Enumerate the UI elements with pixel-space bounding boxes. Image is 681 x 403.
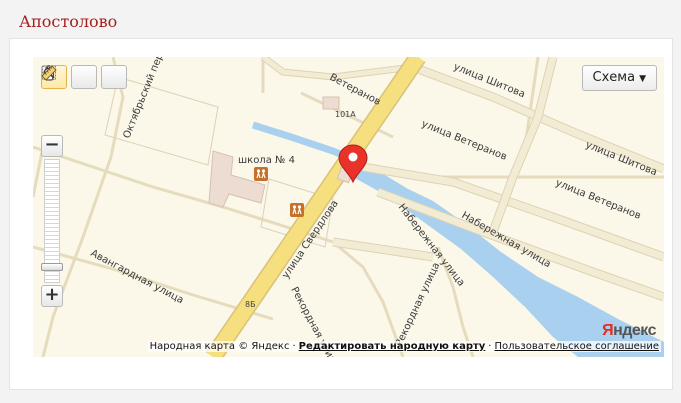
zoom-slider-thumb[interactable] bbox=[41, 263, 63, 271]
page-title: Апостолово bbox=[19, 12, 118, 31]
dropdown-arrow-icon: ▼ bbox=[639, 74, 646, 84]
kindergarten-icon[interactable] bbox=[290, 203, 304, 217]
building-101a bbox=[322, 96, 340, 110]
house-number-101a: 101А bbox=[335, 110, 356, 119]
yandex-logo-rest: ндекс bbox=[613, 322, 656, 339]
school-icon[interactable] bbox=[254, 167, 268, 181]
magnifier-tool-button[interactable] bbox=[42, 65, 97, 89]
edit-map-link[interactable]: Редактировать народную карту bbox=[299, 341, 486, 352]
poi-school-label: школа № 4 bbox=[238, 155, 295, 166]
terms-link[interactable]: Пользовательское соглашение bbox=[494, 341, 659, 352]
zoom-control: − + bbox=[41, 135, 63, 307]
copyright-text: Народная карта © Яндекс bbox=[149, 341, 290, 352]
map-toolbar bbox=[41, 65, 127, 89]
zoom-out-button[interactable]: − bbox=[41, 135, 63, 157]
zoom-in-button[interactable]: + bbox=[41, 285, 63, 307]
ruler-tool-button[interactable] bbox=[41, 65, 127, 89]
map-type-label: Схема bbox=[592, 70, 636, 85]
house-number-8b: 8Б bbox=[245, 300, 256, 309]
map-type-button[interactable]: Схема ▼ bbox=[581, 65, 657, 91]
map-copyright: Народная карта © Яндекс · Редактировать на… bbox=[147, 341, 661, 352]
yandex-logo-ya: Я bbox=[602, 322, 614, 339]
map-canvas[interactable]: Октябрьский пер. Ветеранов улица Шитова … bbox=[33, 57, 664, 357]
copyright-separator-2: · bbox=[488, 341, 492, 352]
yandex-logo[interactable]: Яндекс bbox=[602, 322, 656, 340]
map-widget[interactable]: Октябрьский пер. Ветеранов улица Шитова … bbox=[33, 57, 664, 357]
ruler-icon bbox=[41, 65, 57, 81]
copyright-separator: · bbox=[292, 341, 296, 352]
